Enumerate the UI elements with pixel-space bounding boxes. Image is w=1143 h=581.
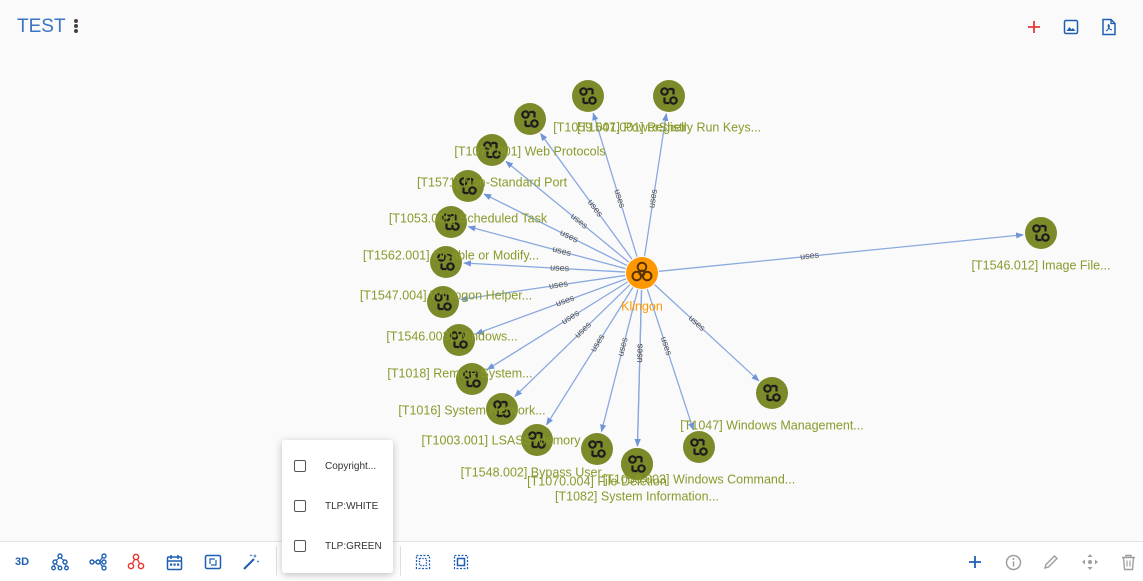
move-button[interactable]	[1080, 552, 1100, 572]
checkbox[interactable]	[294, 500, 306, 512]
bottom-toolbar: 3D	[0, 541, 1143, 581]
node-label: [T1546.003] Windows...	[386, 329, 517, 343]
edge-label: uses	[548, 278, 569, 291]
marking-option-tlp-green[interactable]: TLP:GREEN	[294, 536, 382, 556]
delete-button[interactable]	[1118, 552, 1138, 572]
toggle-3d-button[interactable]: 3D	[12, 552, 32, 572]
node-label: [T1071.001] Web Protocols	[454, 144, 605, 158]
edge-label: uses	[558, 227, 580, 245]
marking-option-tlp-white[interactable]: TLP:WHITE	[294, 496, 378, 516]
edge-label: uses	[554, 292, 576, 308]
edit-button[interactable]	[1041, 552, 1061, 572]
graph-node[interactable]	[756, 377, 788, 409]
graph-edge[interactable]	[654, 284, 760, 382]
screenshot-button[interactable]	[203, 552, 223, 572]
select-all-button[interactable]	[413, 552, 433, 572]
edge-label: uses	[560, 307, 582, 326]
edge-label: uses	[634, 343, 645, 363]
graph-edge[interactable]	[634, 289, 643, 447]
select-group-icon	[453, 554, 469, 570]
marking-option-label: TLP:WHITE	[325, 500, 379, 512]
select-group-button[interactable]	[451, 552, 471, 572]
info-icon	[1005, 554, 1021, 570]
graph-edge[interactable]	[658, 232, 1024, 272]
pencil-icon	[1043, 555, 1058, 570]
node-label: [T1053.005] Scheduled Task	[389, 211, 548, 225]
edge-label: uses	[551, 244, 572, 259]
marking-option-copyright[interactable]: Copyright...	[294, 456, 376, 476]
node-label: [T1082] System Information...	[555, 489, 719, 503]
center-node-label: Klingon	[621, 299, 663, 313]
move-icon	[1082, 554, 1098, 570]
knowledge-graph[interactable]: uses uses usesusesusesusesusesusesusesuses…	[0, 0, 1143, 541]
auto-fix-button[interactable]	[241, 552, 261, 572]
edge-label: uses	[586, 197, 606, 219]
magic-wand-icon	[243, 554, 260, 570]
relations-layout-icon	[127, 553, 145, 570]
calendar-icon	[166, 554, 182, 570]
graph-node[interactable]	[581, 433, 613, 465]
edge-label: uses	[646, 188, 659, 209]
graph-node[interactable]	[683, 431, 715, 463]
node-label: [T1016] System Network...	[398, 403, 545, 417]
graph-node[interactable]	[653, 80, 685, 112]
plus-icon	[969, 556, 981, 568]
tree-layout-icon	[51, 553, 69, 571]
edge-label: uses	[550, 262, 570, 273]
tree-layout-button[interactable]	[50, 552, 70, 572]
node-label: [T1059.003] Windows Command...	[603, 472, 795, 486]
edge-label: uses	[588, 332, 607, 354]
edge-label: uses	[572, 319, 593, 340]
mode-3d-label: 3D	[14, 556, 30, 568]
edge-label: uses	[800, 250, 820, 262]
graph-node[interactable]	[572, 80, 604, 112]
trash-icon	[1121, 554, 1135, 570]
graph-edge[interactable]	[463, 260, 626, 273]
node-label: [T1546.012] Image File...	[972, 258, 1111, 272]
checkbox[interactable]	[294, 540, 306, 552]
edge-label: uses	[659, 335, 675, 357]
node-label: [T1562.001] Disable or Modify...	[363, 248, 539, 262]
checkbox[interactable]	[294, 460, 306, 472]
graph-node[interactable]	[1025, 217, 1057, 249]
marking-option-label: Copyright...	[325, 460, 377, 472]
aspect-ratio-icon	[204, 554, 222, 570]
force-layout-icon	[89, 553, 107, 571]
add-entity-button[interactable]	[965, 552, 985, 572]
timeline-button[interactable]	[164, 552, 184, 572]
toolbar-divider	[400, 546, 401, 576]
force-layout-button[interactable]	[88, 552, 108, 572]
select-all-icon	[415, 554, 431, 570]
marking-option-label: TLP:GREEN	[325, 540, 382, 552]
graph-edge[interactable]	[643, 113, 669, 257]
relations-layout-button[interactable]	[126, 552, 146, 572]
marking-filter-popover: Copyright... TLP:WHITE TLP:GREEN	[282, 440, 393, 573]
node-label: [T1018] Remote System...	[387, 366, 532, 380]
node-label: [T1547.004] Winlogon Helper...	[360, 288, 532, 302]
info-button[interactable]	[1003, 552, 1023, 572]
graph-node-center[interactable]	[626, 257, 658, 289]
edge-label: uses	[612, 188, 627, 210]
node-label: [T1003.001] LSASS Memory	[421, 433, 581, 447]
edge-label: uses	[615, 336, 630, 357]
graph-node[interactable]	[514, 103, 546, 135]
node-label: [T1047] Windows Management...	[680, 418, 863, 432]
toolbar-divider	[276, 546, 277, 576]
node-label: [T1547.001] Registry Run Keys...	[577, 120, 761, 134]
node-label: [T1571] Non-Standard Port	[417, 175, 568, 189]
